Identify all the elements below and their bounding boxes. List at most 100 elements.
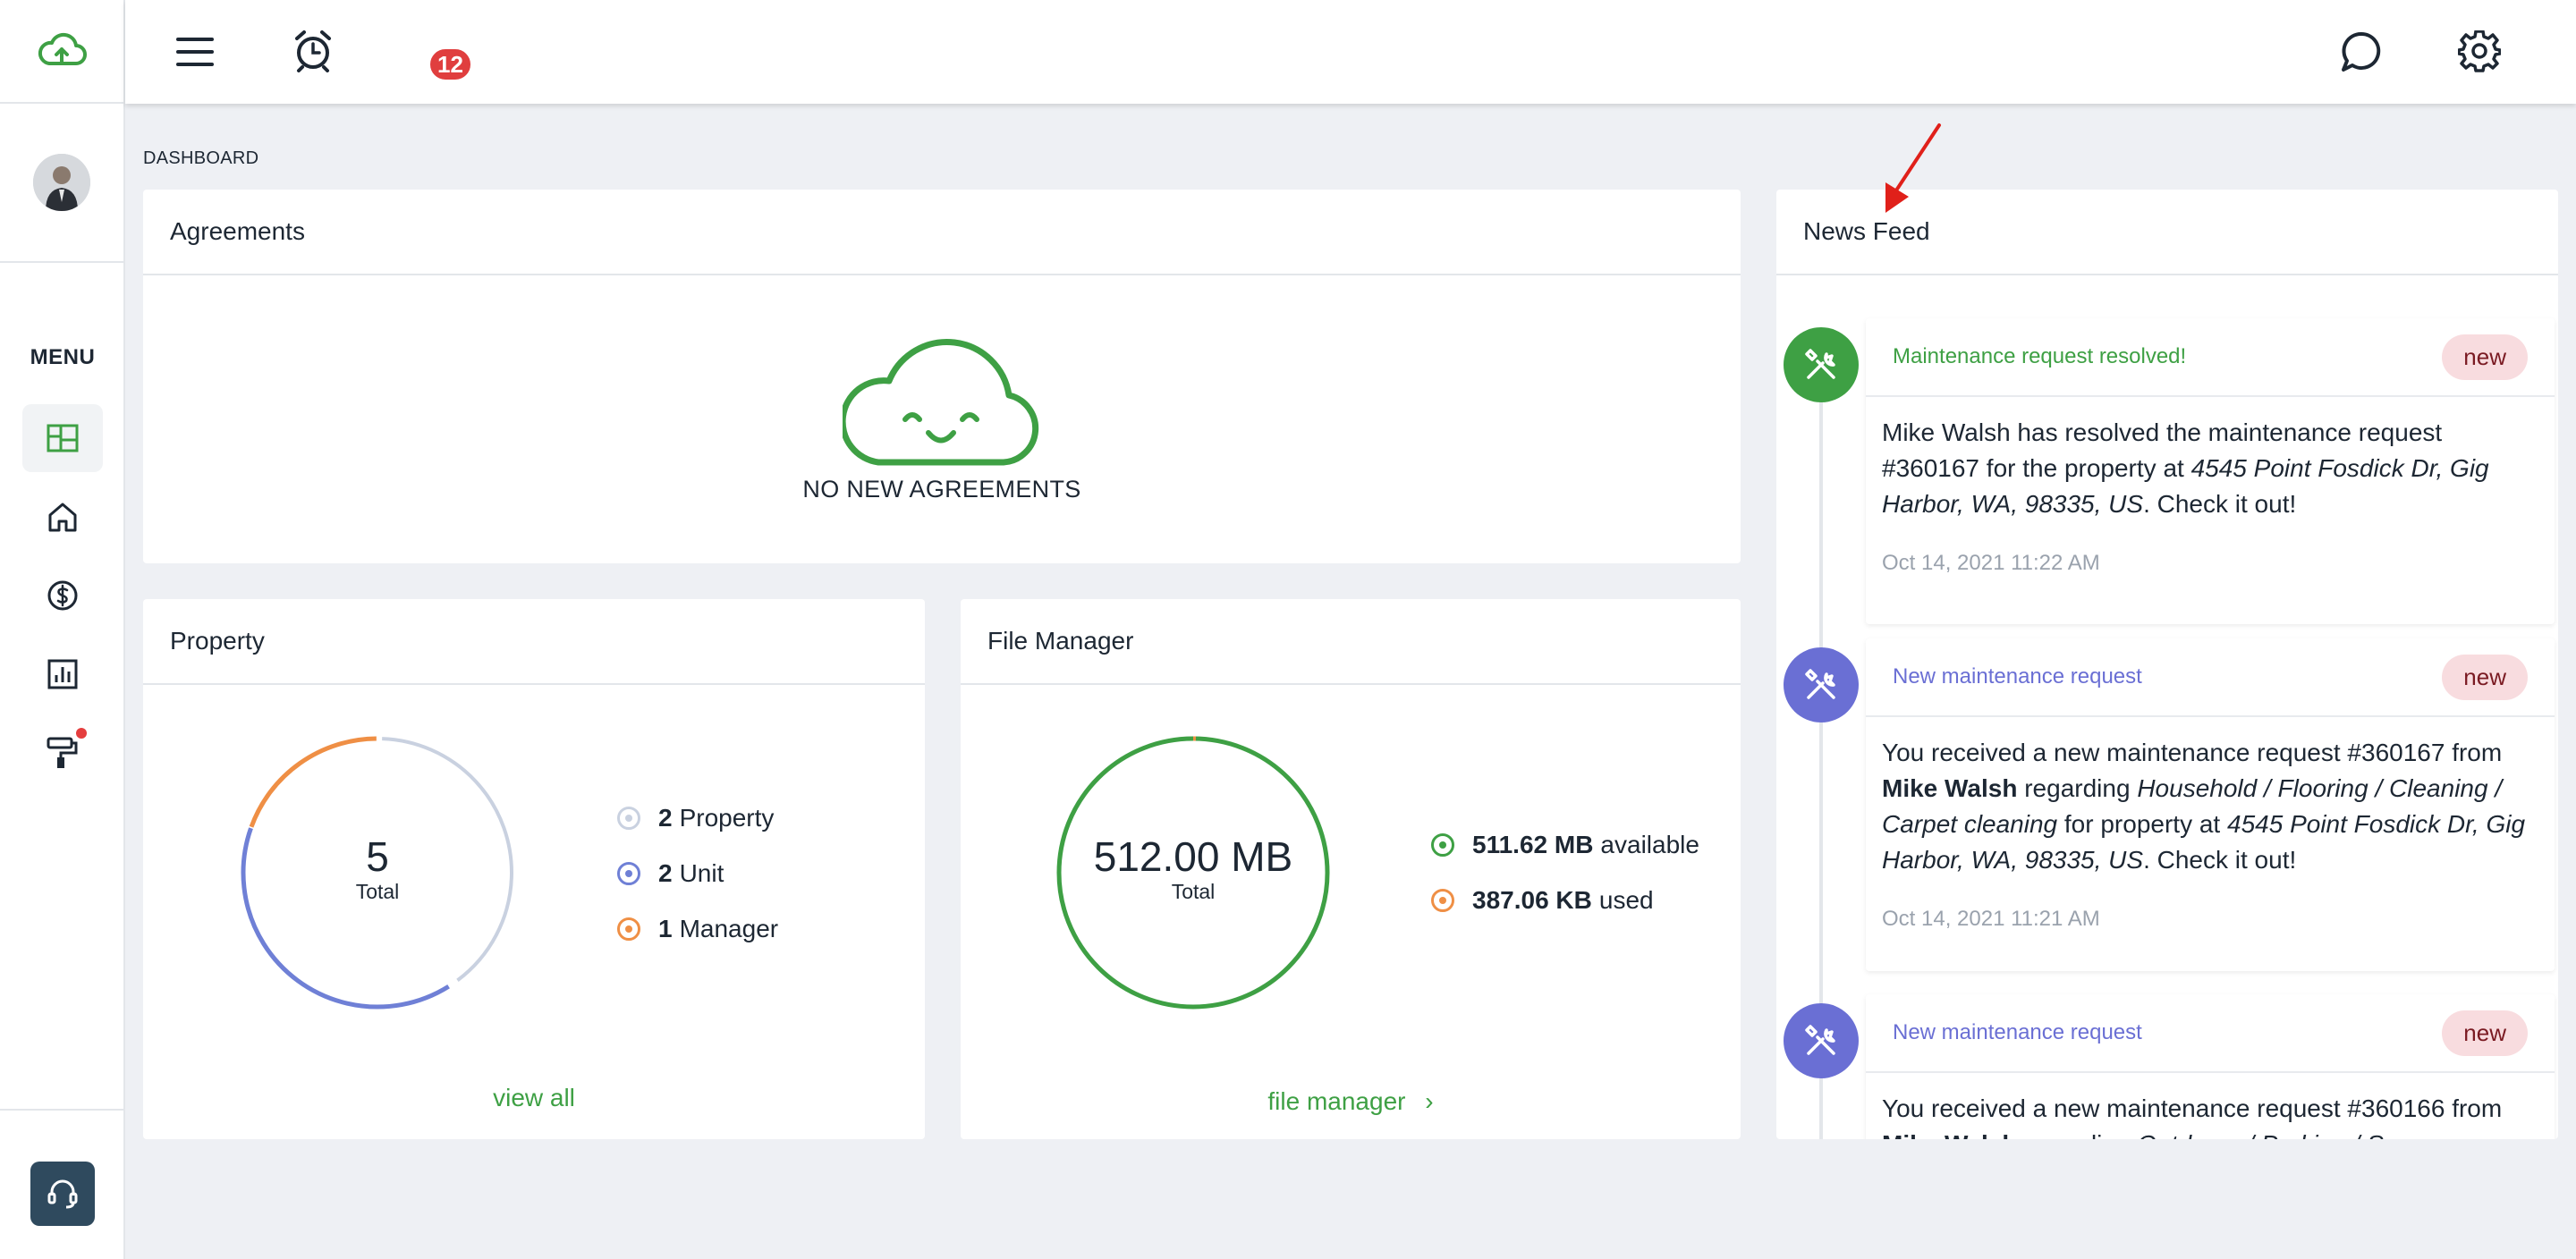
messages-button[interactable] (2334, 25, 2388, 79)
legend-item-unit: 2 Unit (617, 846, 778, 901)
view-all-label: view all (493, 1084, 575, 1111)
legend-count: 1 (658, 915, 673, 942)
property-total-label: Total (355, 880, 400, 903)
tools-icon (1805, 1025, 1835, 1055)
legend-count: 2 (658, 859, 673, 887)
gear-icon (2458, 30, 2501, 72)
news-feed-item[interactable]: New maintenance request new You received a… (1866, 994, 2555, 1139)
property-legend: 2 Property 2 Unit 1 Manager (617, 790, 778, 957)
news-item-header: New maintenance request new (1866, 638, 2555, 717)
news-item-body: Mike Walsh has resolved the maintenance … (1866, 397, 2555, 522)
news-item-header: New maintenance request new (1866, 994, 2555, 1073)
sidebar-item-maintenance[interactable] (22, 719, 103, 787)
news-item-text: Outdoors / Parking / Snow (2137, 1130, 2429, 1139)
agreements-title: Agreements (143, 190, 1741, 275)
user-avatar-area (0, 104, 123, 263)
legend-label: Manager (679, 915, 779, 942)
settings-button[interactable] (2453, 25, 2506, 79)
agreements-card: Agreements NO NEW AGREEMENTS (143, 190, 1741, 563)
news-feed-card: News Feed Maintenance request resolved! n… (1776, 190, 2558, 1139)
home-icon (48, 503, 77, 532)
tools-icon (1805, 349, 1835, 379)
news-item-body: You received a new maintenance request #… (1866, 717, 2555, 878)
cloud-upload-logo-icon (38, 32, 87, 65)
logo[interactable] (0, 0, 123, 104)
dashboard-icon (47, 424, 79, 452)
storage-total-value: 512.00 MB (1093, 833, 1293, 880)
news-feed-item[interactable]: New maintenance request new You received a… (1866, 638, 2555, 971)
topbar: 12 (125, 0, 2576, 104)
smiling-cloud-icon (843, 339, 1039, 466)
legend-label: Property (679, 804, 775, 832)
property-total: 5 Total (236, 833, 519, 904)
paint-roller-icon (47, 737, 78, 768)
legend-item-property: 2 Property (617, 790, 778, 846)
chevron-right-icon: › (1425, 1087, 1434, 1115)
news-item-text: Mike Walsh (1882, 774, 2018, 802)
sidebar-item-payments[interactable] (22, 562, 103, 630)
menu-label: MENU (30, 345, 96, 369)
news-item-timestamp: Oct 14, 2021 11:22 AM (1882, 551, 2100, 575)
legend-dot (617, 807, 640, 830)
new-badge: new (2442, 654, 2528, 700)
property-total-value: 5 (366, 833, 389, 880)
news-item-body: You received a new maintenance request #… (1866, 1073, 2555, 1139)
legend-item-manager: 1 Manager (617, 901, 778, 957)
maintenance-icon-circle (1784, 1003, 1859, 1078)
file-manager-title: File Manager (961, 599, 1741, 685)
alarm-clock-icon (295, 30, 331, 72)
sidebar-item-dashboard[interactable] (22, 404, 103, 472)
chat-bubble-icon (2342, 31, 2381, 72)
news-feed-item[interactable]: Maintenance request resolved! new Mike Wal… (1866, 318, 2555, 624)
hamburger-icon (176, 38, 214, 66)
notification-dot (76, 728, 87, 739)
news-item-text: Mike Walsh (1882, 1130, 2017, 1139)
notification-count-badge: 12 (428, 46, 473, 82)
legend-label: used (1598, 886, 1654, 914)
legend-dot (617, 862, 640, 885)
file-manager-link[interactable]: file manager › (961, 1087, 1741, 1116)
legend-dot (1431, 889, 1454, 912)
view-all-link[interactable]: view all (143, 1084, 925, 1112)
news-item-text: regarding (2017, 1130, 2137, 1139)
support-button[interactable] (30, 1162, 95, 1226)
file-manager-link-label: file manager (1267, 1087, 1406, 1115)
dollar-icon (47, 580, 78, 611)
news-item-text: You received a new maintenance request #… (1882, 739, 2503, 766)
legend-label: available (1600, 831, 1699, 858)
sidebar-item-reports[interactable] (22, 640, 103, 708)
news-item-text: You received a new maintenance request #… (1882, 1094, 2503, 1122)
maintenance-icon-circle (1784, 327, 1859, 402)
maintenance-icon-circle (1784, 647, 1859, 722)
legend-label: Unit (679, 859, 724, 887)
news-item-text: regarding (2017, 774, 2138, 802)
news-item-text: for property at (2057, 810, 2227, 838)
headset-icon (47, 1179, 78, 1209)
new-badge: new (2442, 1010, 2528, 1056)
new-badge: new (2442, 334, 2528, 380)
news-item-title: New maintenance request (1893, 1020, 2142, 1044)
sidebar: MENU (0, 0, 125, 1259)
alarm-button[interactable] (286, 23, 340, 77)
sidebar-item-home[interactable] (22, 483, 103, 551)
news-item-header: Maintenance request resolved! new (1866, 318, 2555, 397)
news-item-text: . Check it out! (2143, 846, 2297, 874)
tools-icon (1805, 669, 1835, 699)
legend-value: 511.62 MB (1472, 831, 1594, 858)
annotation-arrow (1885, 123, 1941, 213)
legend-item-used: 387.06 KB used (1431, 873, 1699, 928)
storage-total: 512.00 MB Total (1052, 833, 1335, 904)
property-title: Property (143, 599, 925, 685)
avatar[interactable] (33, 154, 90, 211)
no-agreements-text: NO NEW AGREEMENTS (802, 476, 1081, 503)
legend-item-available: 511.62 MB available (1431, 817, 1699, 873)
hamburger-menu-button[interactable] (170, 27, 220, 77)
property-card: Property 5 Total 2 Property 2 Unit 1 Man… (143, 599, 925, 1139)
news-item-title: Maintenance request resolved! (1893, 344, 2187, 368)
storage-total-label: Total (1171, 880, 1216, 903)
legend-value: 387.06 KB (1472, 886, 1592, 914)
legend-count: 2 (658, 804, 673, 832)
bar-chart-icon (47, 659, 78, 689)
news-item-timestamp: Oct 14, 2021 11:21 AM (1882, 907, 2100, 931)
file-manager-card: File Manager 512.00 MB Total 511.62 MB a… (961, 599, 1741, 1139)
